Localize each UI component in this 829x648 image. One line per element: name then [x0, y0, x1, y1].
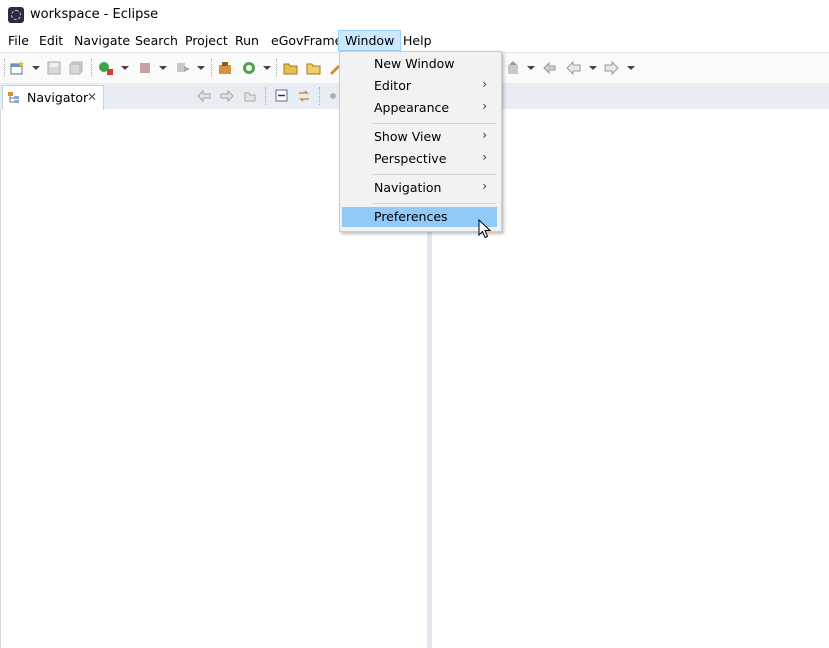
- package-icon[interactable]: [218, 61, 233, 75]
- navigator-tab-label: Navigator: [27, 90, 89, 105]
- link-with-editor-icon[interactable]: [297, 89, 311, 103]
- back-dropdown-icon[interactable]: [589, 66, 597, 70]
- toolbar-separator: [276, 59, 278, 77]
- forward-arrow-icon[interactable]: [604, 61, 619, 75]
- run-external-dropdown-icon[interactable]: [197, 66, 205, 70]
- upload-dropdown-icon[interactable]: [527, 66, 535, 70]
- menu-run[interactable]: Run: [229, 30, 265, 51]
- title-bar: workspace - Eclipse: [0, 0, 829, 30]
- close-icon[interactable]: ✕: [87, 90, 97, 104]
- menu-item-appearance[interactable]: Appearance ›: [342, 98, 497, 118]
- menu-separator: [372, 174, 496, 175]
- back-icon[interactable]: [197, 89, 211, 103]
- open-project-icon[interactable]: [306, 61, 321, 75]
- menu-item-new-window[interactable]: New Window: [342, 54, 497, 74]
- open-folder-icon[interactable]: [283, 61, 298, 75]
- refresh-icon[interactable]: [242, 61, 257, 75]
- refresh-dropdown-icon[interactable]: [263, 66, 271, 70]
- menu-item-editor[interactable]: Editor ›: [342, 76, 497, 96]
- back-arrow-icon[interactable]: [566, 61, 581, 75]
- menu-item-preferences[interactable]: Preferences: [342, 207, 497, 227]
- menu-project[interactable]: Project: [179, 30, 234, 51]
- run-external-icon[interactable]: [176, 61, 191, 75]
- submenu-arrow-icon: ›: [482, 99, 487, 113]
- menu-egovframe[interactable]: eGovFrame: [265, 30, 348, 51]
- debug-dropdown-icon[interactable]: [121, 66, 129, 70]
- forward-icon[interactable]: [220, 89, 234, 103]
- navigator-tab[interactable]: Navigator ✕: [2, 85, 104, 110]
- menu-separator: [372, 123, 496, 124]
- menu-item-label: Editor: [374, 78, 411, 93]
- menu-window[interactable]: Window: [338, 30, 402, 51]
- menu-help[interactable]: Help: [397, 30, 438, 51]
- header-separator: [265, 87, 267, 105]
- save-icon[interactable]: [47, 61, 62, 75]
- toolbar-separator: [211, 59, 213, 77]
- last-edit-icon[interactable]: [542, 61, 557, 75]
- menu-item-label: Preferences: [374, 209, 448, 224]
- header-separator: [319, 87, 321, 105]
- menu-item-perspective[interactable]: Perspective ›: [342, 149, 497, 169]
- menu-item-label: Navigation: [374, 180, 442, 195]
- toolbar-grip: [4, 59, 6, 77]
- submenu-arrow-icon: ›: [482, 77, 487, 91]
- menu-navigate[interactable]: Navigate: [68, 30, 136, 51]
- menu-item-label: Appearance: [374, 100, 450, 115]
- menu-item-navigation[interactable]: Navigation ›: [342, 178, 497, 198]
- stop-icon[interactable]: [138, 61, 153, 75]
- toolbar-separator: [91, 59, 93, 77]
- menu-item-show-view[interactable]: Show View ›: [342, 127, 497, 147]
- submenu-arrow-icon: ›: [482, 128, 487, 142]
- menu-separator: [372, 203, 496, 204]
- window-menu-dropdown: New Window Editor › Appearance › Show Vi…: [339, 51, 502, 232]
- mouse-cursor-icon: [478, 219, 492, 239]
- menu-search[interactable]: Search: [129, 30, 184, 51]
- view-border: [0, 109, 1, 648]
- window-title: workspace - Eclipse: [30, 7, 159, 22]
- menu-bar: File Edit Navigate Search Project Run eG…: [0, 30, 829, 51]
- upload-icon[interactable]: [506, 61, 521, 75]
- menu-file[interactable]: File: [2, 30, 35, 51]
- up-icon[interactable]: [243, 89, 257, 103]
- submenu-arrow-icon: ›: [482, 150, 487, 164]
- navigator-tree-icon: [8, 92, 19, 103]
- menu-item-label: Show View: [374, 129, 442, 144]
- new-dropdown-icon[interactable]: [32, 66, 40, 70]
- new-wizard-icon[interactable]: [10, 61, 25, 75]
- menu-item-label: Perspective: [374, 151, 447, 166]
- forward-dropdown-icon[interactable]: [627, 66, 635, 70]
- menu-item-label: New Window: [374, 56, 455, 71]
- menu-edit[interactable]: Edit: [33, 30, 69, 51]
- eclipse-logo-icon: [8, 7, 24, 23]
- debug-icon[interactable]: [98, 61, 113, 75]
- save-all-icon[interactable]: [69, 61, 84, 75]
- stop-dropdown-icon[interactable]: [159, 66, 167, 70]
- collapse-all-icon[interactable]: [275, 89, 289, 103]
- submenu-arrow-icon: ›: [482, 179, 487, 193]
